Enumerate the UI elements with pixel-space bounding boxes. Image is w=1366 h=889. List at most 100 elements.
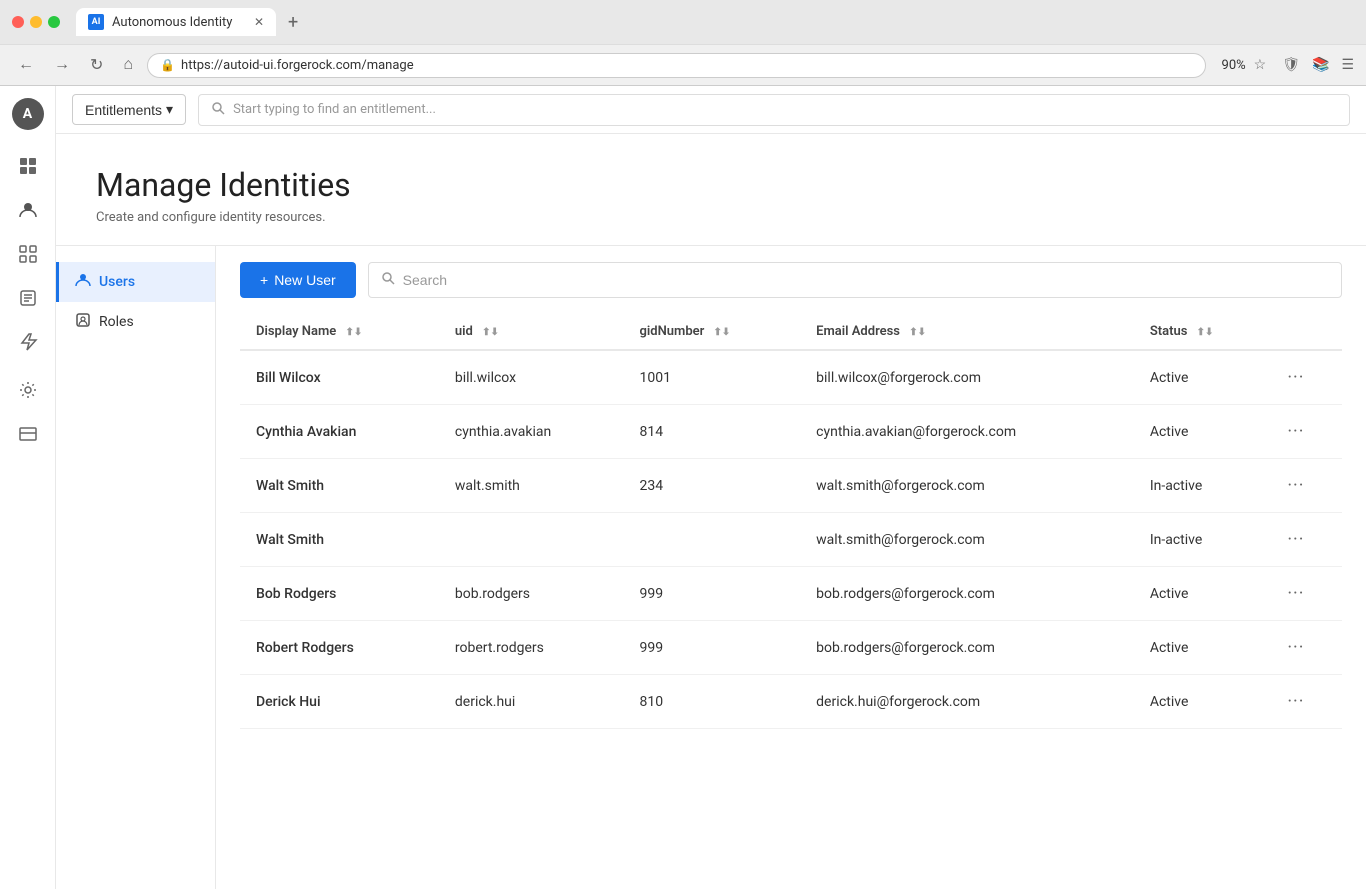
refresh-button[interactable]: ↻ bbox=[84, 51, 109, 79]
app-header: Entitlements ▾ Start typing to find an e… bbox=[56, 86, 1366, 134]
cell-uid: walt.smith bbox=[439, 459, 624, 513]
page-title: Manage Identities bbox=[96, 166, 1326, 204]
cell-actions[interactable]: ··· bbox=[1271, 405, 1342, 459]
close-window-button[interactable] bbox=[12, 16, 24, 28]
lightning-nav-icon[interactable] bbox=[8, 322, 48, 362]
browser-chrome: AI Autonomous Identity ✕ + ← → ↻ ⌂ 🔒 htt… bbox=[0, 0, 1366, 86]
roles-icon bbox=[75, 312, 91, 332]
url-text: https://autoid-ui.forgerock.com/manage bbox=[181, 58, 414, 73]
minimize-window-button[interactable] bbox=[30, 16, 42, 28]
cell-actions[interactable]: ··· bbox=[1271, 350, 1342, 405]
new-tab-button[interactable]: + bbox=[288, 12, 298, 33]
address-bar[interactable]: 🔒 https://autoid-ui.forgerock.com/manage bbox=[147, 53, 1205, 78]
entitlements-button[interactable]: Entitlements ▾ bbox=[72, 94, 186, 125]
cell-display-name: Derick Hui bbox=[240, 675, 439, 729]
cell-gid-number: 234 bbox=[623, 459, 800, 513]
column-header-display-name[interactable]: Display Name ⬆⬇ bbox=[240, 314, 439, 350]
cell-display-name: Walt Smith bbox=[240, 459, 439, 513]
cell-gid-number: 999 bbox=[623, 621, 800, 675]
settings-nav-icon[interactable] bbox=[8, 370, 48, 410]
row-action-menu-button[interactable]: ··· bbox=[1287, 637, 1304, 658]
icon-sidebar: A bbox=[0, 86, 56, 889]
browser-toolbar: 🛡 📚 ☰ bbox=[1282, 57, 1354, 73]
sort-icon-email: ⬆⬇ bbox=[909, 327, 926, 338]
bookmark-icon[interactable]: ☆ bbox=[1254, 57, 1267, 73]
tab-favicon: AI bbox=[88, 14, 104, 30]
row-action-menu-button[interactable]: ··· bbox=[1287, 691, 1304, 712]
nav-item-users[interactable]: Users bbox=[56, 262, 215, 302]
cell-uid: bill.wilcox bbox=[439, 350, 624, 405]
activity-nav-icon[interactable] bbox=[8, 278, 48, 318]
cell-gid-number bbox=[623, 513, 800, 567]
table-nav-icon[interactable] bbox=[8, 414, 48, 454]
table-row[interactable]: Walt Smith walt.smith 234 walt.smith@for… bbox=[240, 459, 1342, 513]
table-row[interactable]: Robert Rodgers robert.rodgers 999 bob.ro… bbox=[240, 621, 1342, 675]
cell-email: bob.rodgers@forgerock.com bbox=[800, 621, 1134, 675]
forward-button[interactable]: → bbox=[48, 52, 76, 78]
dashboard-nav-icon[interactable] bbox=[8, 146, 48, 186]
browser-nav-bar: ← → ↻ ⌂ 🔒 https://autoid-ui.forgerock.co… bbox=[0, 44, 1366, 85]
window-controls bbox=[12, 16, 60, 28]
home-button[interactable]: ⌂ bbox=[117, 52, 139, 78]
cell-actions[interactable]: ··· bbox=[1271, 459, 1342, 513]
sort-icon-status: ⬆⬇ bbox=[1197, 327, 1214, 338]
secure-icon: 🔒 bbox=[160, 58, 175, 72]
row-action-menu-button[interactable]: ··· bbox=[1287, 583, 1304, 604]
dropdown-chevron-icon: ▾ bbox=[166, 101, 173, 118]
table-row[interactable]: Cynthia Avakian cynthia.avakian 814 cynt… bbox=[240, 405, 1342, 459]
table-search-bar[interactable] bbox=[368, 262, 1342, 298]
cell-uid bbox=[439, 513, 624, 567]
maximize-window-button[interactable] bbox=[48, 16, 60, 28]
browser-tab[interactable]: AI Autonomous Identity ✕ bbox=[76, 8, 276, 36]
table-body: Bill Wilcox bill.wilcox 1001 bill.wilcox… bbox=[240, 350, 1342, 729]
menu-icon[interactable]: ☰ bbox=[1341, 57, 1354, 73]
column-header-actions bbox=[1271, 314, 1342, 350]
cell-email: walt.smith@forgerock.com bbox=[800, 513, 1134, 567]
users-nav-icon[interactable] bbox=[8, 190, 48, 230]
cell-email: walt.smith@forgerock.com bbox=[800, 459, 1134, 513]
cell-gid-number: 810 bbox=[623, 675, 800, 729]
back-button[interactable]: ← bbox=[12, 52, 40, 78]
table-search-input[interactable] bbox=[403, 272, 1329, 288]
entitlements-label: Entitlements bbox=[85, 102, 162, 118]
nav-label-roles: Roles bbox=[99, 314, 134, 330]
cell-actions[interactable]: ··· bbox=[1271, 621, 1342, 675]
cell-uid: derick.hui bbox=[439, 675, 624, 729]
browser-titlebar: AI Autonomous Identity ✕ + bbox=[0, 0, 1366, 44]
table-row[interactable]: Bob Rodgers bob.rodgers 999 bob.rodgers@… bbox=[240, 567, 1342, 621]
column-header-uid[interactable]: uid ⬆⬇ bbox=[439, 314, 624, 350]
cell-email: derick.hui@forgerock.com bbox=[800, 675, 1134, 729]
row-action-menu-button[interactable]: ··· bbox=[1287, 529, 1304, 550]
page-subtitle: Create and configure identity resources. bbox=[96, 210, 1326, 225]
table-row[interactable]: Derick Hui derick.hui 810 derick.hui@for… bbox=[240, 675, 1342, 729]
cell-display-name: Cynthia Avakian bbox=[240, 405, 439, 459]
row-action-menu-button[interactable]: ··· bbox=[1287, 367, 1304, 388]
cell-actions[interactable]: ··· bbox=[1271, 675, 1342, 729]
new-user-button[interactable]: + New User bbox=[240, 262, 356, 298]
nav-item-roles[interactable]: Roles bbox=[56, 302, 215, 342]
library-icon[interactable]: 📚 bbox=[1312, 57, 1329, 73]
sort-icon-gid-number: ⬆⬇ bbox=[714, 327, 731, 338]
avatar[interactable]: A bbox=[12, 98, 44, 130]
column-header-gid-number[interactable]: gidNumber ⬆⬇ bbox=[623, 314, 800, 350]
row-action-menu-button[interactable]: ··· bbox=[1287, 421, 1304, 442]
table-row[interactable]: Bill Wilcox bill.wilcox 1001 bill.wilcox… bbox=[240, 350, 1342, 405]
cell-status: Active bbox=[1134, 621, 1272, 675]
cell-actions[interactable]: ··· bbox=[1271, 567, 1342, 621]
cell-actions[interactable]: ··· bbox=[1271, 513, 1342, 567]
sort-icon-uid: ⬆⬇ bbox=[482, 327, 499, 338]
tab-close-button[interactable]: ✕ bbox=[254, 15, 264, 29]
column-header-status[interactable]: Status ⬆⬇ bbox=[1134, 314, 1272, 350]
app-wrapper: A bbox=[0, 86, 1366, 889]
cell-uid: robert.rodgers bbox=[439, 621, 624, 675]
grid-nav-icon[interactable] bbox=[8, 234, 48, 274]
users-icon bbox=[75, 272, 91, 292]
page-header: Manage Identities Create and configure i… bbox=[56, 134, 1366, 246]
table-row[interactable]: Walt Smith walt.smith@forgerock.com In-a… bbox=[240, 513, 1342, 567]
cell-uid: bob.rodgers bbox=[439, 567, 624, 621]
shield-icon[interactable]: 🛡 bbox=[1282, 57, 1300, 73]
column-header-email[interactable]: Email Address ⬆⬇ bbox=[800, 314, 1134, 350]
cell-display-name: Walt Smith bbox=[240, 513, 439, 567]
row-action-menu-button[interactable]: ··· bbox=[1287, 475, 1304, 496]
entitlement-search-bar[interactable]: Start typing to find an entitlement... bbox=[198, 94, 1350, 126]
